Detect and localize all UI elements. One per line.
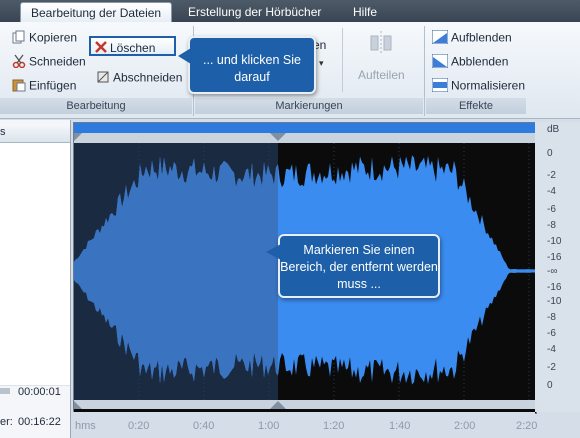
list-item[interactable] (0, 143, 70, 166)
time-tick: 2:00 (454, 420, 476, 432)
cut-button[interactable]: Schneiden (12, 54, 86, 71)
time-unit-label: hms (75, 420, 96, 432)
normalize-label: Normalisieren (451, 78, 526, 93)
db-tick: -2 (547, 362, 556, 373)
db-tick: -4 (547, 344, 556, 355)
db-tick: -8 (547, 312, 556, 323)
split-icon (368, 30, 394, 54)
copy-label: Kopieren (29, 30, 78, 45)
select-hint-text: Markieren Sie einen Bereich, der entfern… (280, 243, 438, 291)
paste-label: Einfügen (29, 78, 77, 93)
list-item[interactable] (0, 319, 70, 342)
db-tick: -16 (547, 282, 562, 293)
db-tick: -16 (547, 252, 562, 263)
copy-icon (12, 30, 26, 47)
slider-handle[interactable] (0, 388, 10, 394)
copy-button[interactable]: Kopieren (12, 30, 77, 47)
tab-file-editing[interactable]: Bearbeitung der Dateien (20, 2, 173, 23)
list-item[interactable] (0, 187, 70, 210)
list-item[interactable] (0, 363, 70, 386)
time-tick: 1:00 (258, 420, 280, 432)
db-tick: -6 (547, 328, 556, 339)
db-tick: -8 (547, 220, 556, 231)
time-axis: hms 0:20 0:40 1:00 1:20 1:40 2:00 2:20 (73, 412, 538, 438)
db-scale: dB 0 -2 -4 -6 -8 -10 -16 -∞ -16 -10 -8 -… (535, 122, 580, 412)
normalize-icon (431, 77, 449, 95)
callout-pointer (178, 48, 191, 64)
db-tick: -∞ (547, 266, 558, 277)
fade-in-icon (431, 29, 449, 47)
list-item[interactable] (0, 341, 70, 364)
time-tick: 1:20 (323, 420, 345, 432)
db-header: dB (547, 124, 560, 135)
time-tick: 0:40 (193, 420, 215, 432)
time-tick: 2:20 (516, 420, 538, 432)
cut-label: Schneiden (29, 54, 86, 69)
tab-audiobook-creation[interactable]: Erstellung der Hörbücher (178, 2, 331, 22)
db-tick: -10 (547, 236, 562, 247)
left-panel: s 00:00:01 er: 00:16:22 (0, 120, 71, 438)
select-hint-callout: Markieren Sie einen Bereich, der entfern… (266, 234, 440, 298)
callout-pointer (266, 244, 281, 260)
trim-label: Abschneiden (113, 70, 183, 85)
delete-x-icon (95, 39, 107, 59)
left-panel-header-label: s (0, 126, 6, 138)
click-hint-text: ... und klicken Sie darauf (203, 53, 301, 84)
normalize-button[interactable]: Normalisieren (431, 77, 526, 95)
split-button[interactable]: Aufteilen (358, 68, 405, 82)
markers-group-label: Markierungen (195, 98, 423, 114)
list-item[interactable] (0, 165, 70, 188)
list-item[interactable] (0, 275, 70, 298)
left-panel-header: s (0, 124, 70, 143)
db-tick: -2 (547, 170, 556, 181)
delete-button[interactable]: Löschen (89, 36, 176, 56)
duration-label: er: (0, 416, 13, 428)
db-tick: 0 (547, 148, 553, 159)
fade-out-label: Abblenden (451, 54, 509, 69)
clipboard-icon (12, 78, 26, 95)
trim-button[interactable]: Abschneiden (96, 70, 182, 87)
paste-button[interactable]: Einfügen (12, 78, 76, 95)
fade-out-icon (431, 53, 449, 71)
ribbon-tab-bar: Bearbeitung der Dateien Erstellung der H… (0, 0, 580, 23)
fade-in-label: Aufblenden (451, 30, 512, 45)
scissors-icon (12, 54, 26, 71)
list-item[interactable] (0, 209, 70, 232)
position-value: 00:00:01 (18, 386, 61, 398)
tab-help[interactable]: Hilfe (343, 2, 387, 22)
duration-value: 00:16:22 (18, 416, 61, 428)
editing-group: Kopieren Schneiden Einfügen Löschen Absc… (0, 22, 192, 118)
list-item[interactable] (0, 253, 70, 276)
fade-out-button[interactable]: Abblenden (431, 53, 509, 71)
delete-label: Löschen (110, 41, 156, 55)
time-tick: 1:40 (389, 420, 411, 432)
crop-icon (96, 70, 110, 87)
list-item[interactable] (0, 231, 70, 254)
time-tick: 0:20 (128, 420, 150, 432)
db-tick: -10 (547, 296, 562, 307)
db-tick: 0 (547, 380, 553, 391)
effects-group: Aufblenden Abblenden Normalisieren Effek… (426, 22, 526, 118)
list-item[interactable] (0, 297, 70, 320)
editing-group-label: Bearbeitung (0, 98, 192, 114)
db-tick: -6 (547, 204, 556, 215)
selection-ruler[interactable] (74, 133, 536, 143)
overview-bar[interactable] (74, 123, 536, 133)
db-tick: -4 (547, 186, 556, 197)
selection-ruler-bottom[interactable] (74, 400, 536, 409)
click-hint-callout: ... und klicken Sie darauf (178, 36, 316, 94)
effects-group-label: Effekte (426, 98, 526, 114)
fade-in-button[interactable]: Aufblenden (431, 29, 512, 47)
dropdown-arrow-icon[interactable]: ▾ (319, 58, 337, 74)
group-divider (424, 26, 425, 116)
markers-separator (342, 28, 343, 92)
